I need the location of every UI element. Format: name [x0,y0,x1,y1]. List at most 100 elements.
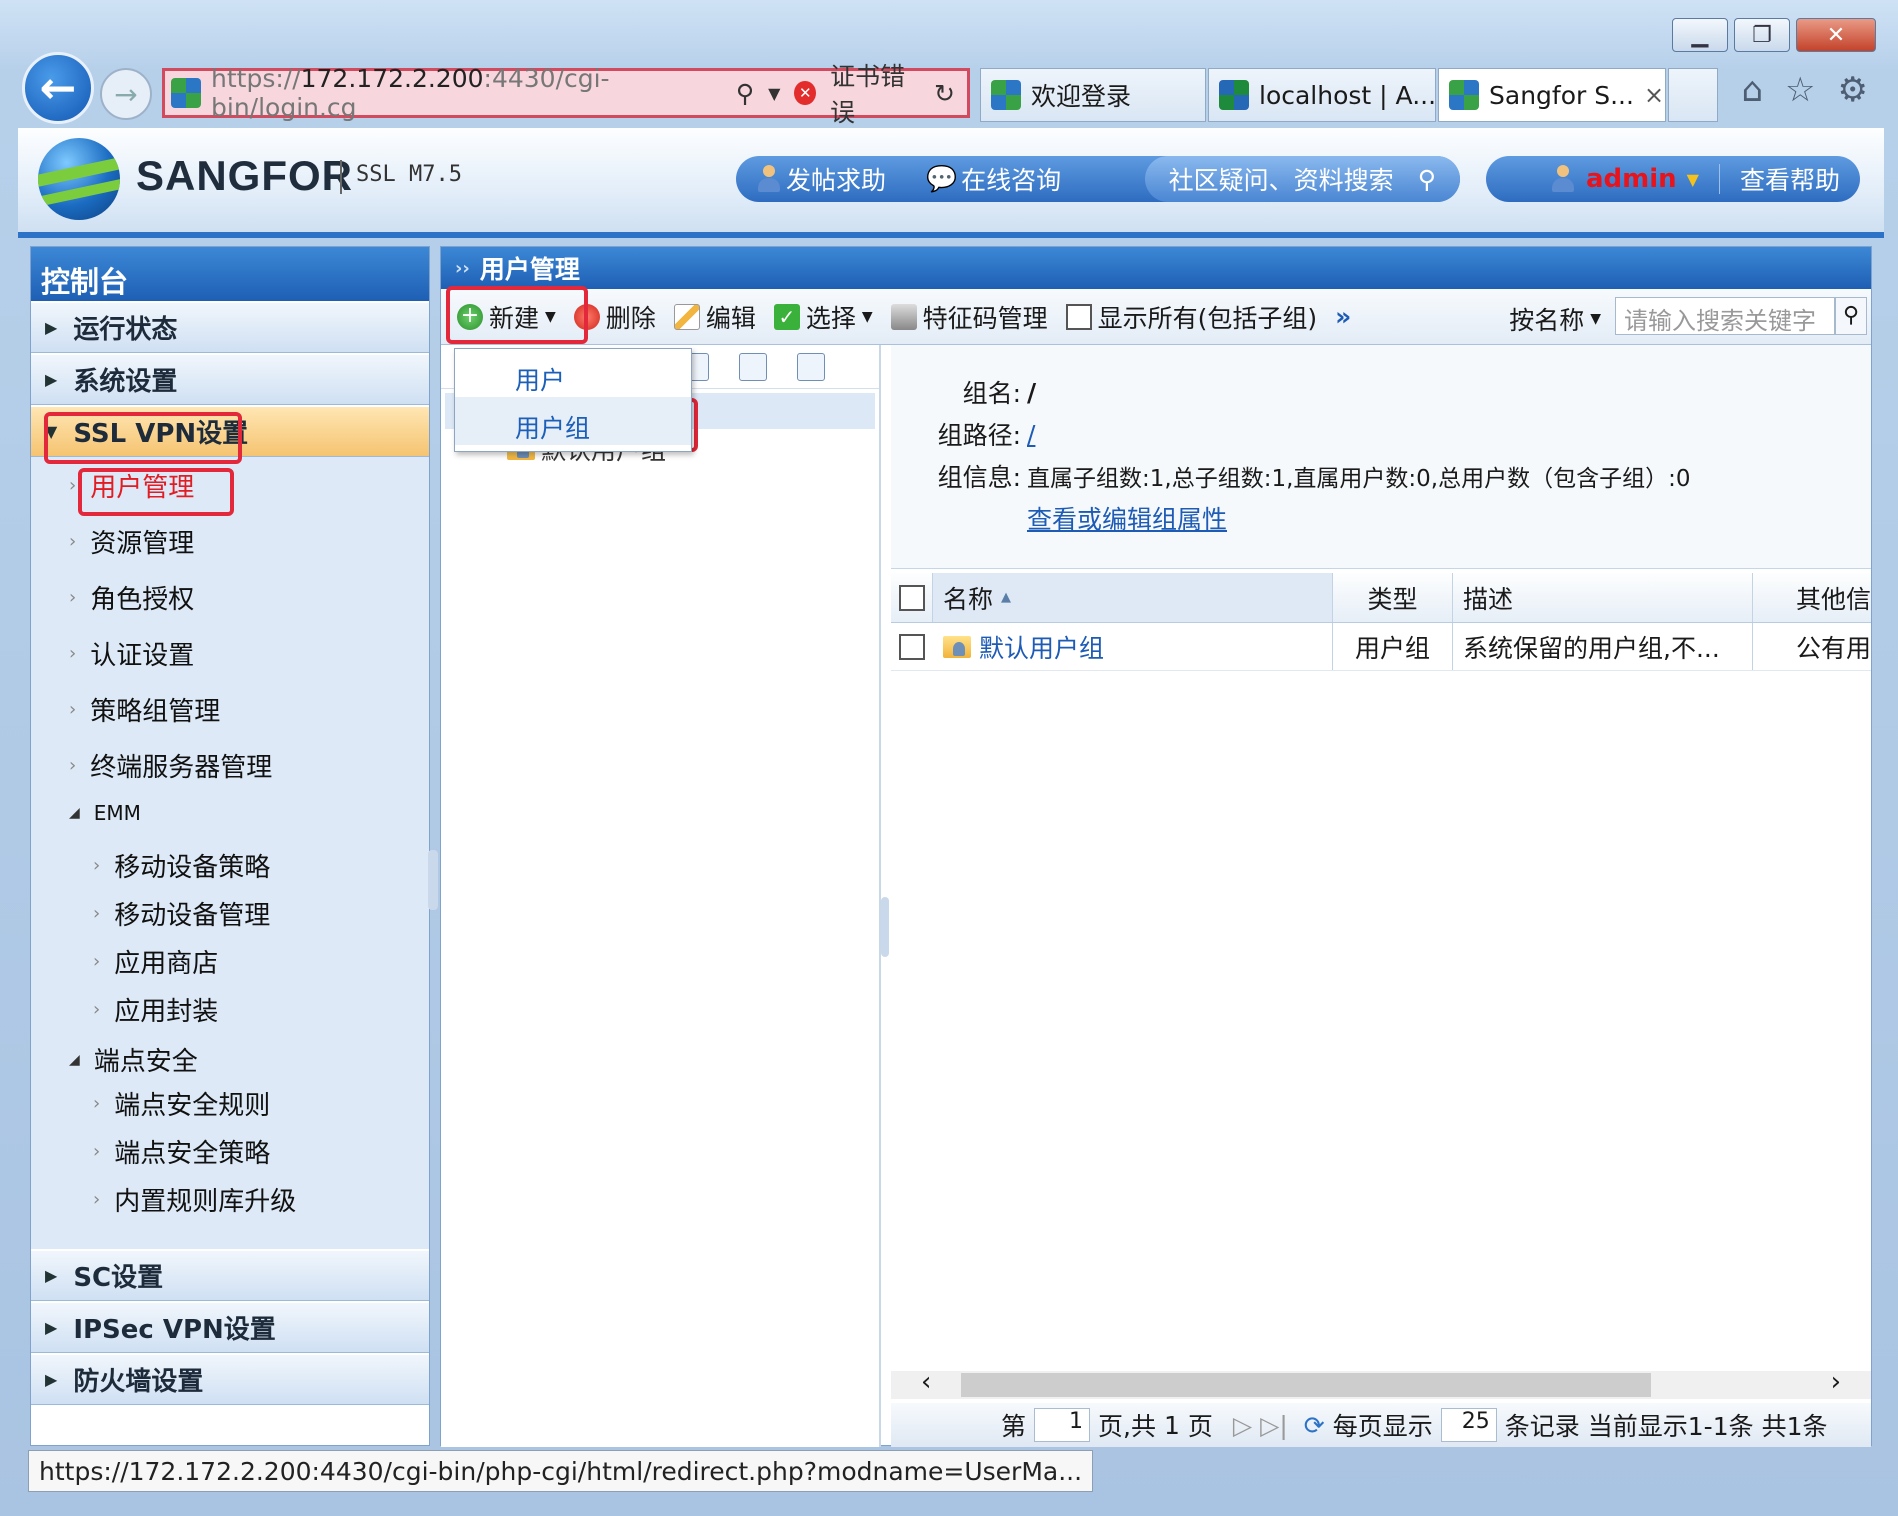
settings-gear-icon[interactable]: ⚙ [1838,70,1868,110]
sort-asc-icon: ▲ [1001,590,1012,605]
community-search[interactable]: 社区疑问、资料搜索 ⚲ [1144,156,1460,202]
tab-close-icon[interactable]: × [1644,81,1664,109]
sidebar-collapse-handle[interactable] [428,850,438,910]
group-name-label: 组名: [962,379,1021,408]
sidebar-group-emm[interactable]: ◢ EMM [69,801,141,825]
cert-error-label[interactable]: 证书错误 [830,57,920,129]
sidebar-section-status[interactable]: ▶ 运行状态 [31,301,429,353]
sidebar-item-endpoint-policy[interactable]: › 端点安全策略 [93,1133,270,1170]
edit-button[interactable]: 编辑 [673,299,756,335]
row-name-link[interactable]: 默认用户组 [979,629,1104,665]
show-all-checkbox[interactable]: 显示所有(包括子组) [1065,299,1317,335]
column-type[interactable]: 类型 [1333,573,1453,622]
group-path-link[interactable]: / [1027,420,1035,449]
next-page-icon[interactable]: ▷ [1233,1411,1252,1440]
last-page-icon[interactable]: ▷| [1260,1411,1288,1440]
sidebar-item-endpoint-rules[interactable]: › 端点安全规则 [93,1085,270,1122]
chevron-right-icon: › [93,855,101,876]
total-pages: 1 [1163,1410,1180,1440]
user-menu: admin ▼ 查看帮助 [1486,156,1860,202]
page-suffix: 页 [1187,1412,1213,1441]
sangfor-logo-icon [38,138,120,220]
delete-label: 删除 [605,303,656,333]
browser-tab-welcome[interactable]: 欢迎登录 [980,68,1206,122]
highlight-box [78,468,234,516]
column-other[interactable]: 其他信 [1753,573,1871,622]
menu-item-user-group[interactable]: 用户组 [455,397,691,445]
page-number-input[interactable]: 1 [1034,1408,1091,1442]
favorites-star-icon[interactable]: ☆ [1785,70,1815,110]
sidebar-section-ipsec[interactable]: ▶ IPSec VPN设置 [31,1301,429,1353]
chevron-right-icon: ▶ [45,370,58,389]
sidebar-item-emm-policy[interactable]: › 移动设备策略 [93,847,270,884]
group-tree-pane: 默认用户组 [441,345,881,1447]
sidebar-item-app-wrap[interactable]: › 应用封装 [93,991,218,1028]
select-all-checkbox[interactable] [891,573,933,622]
menu-item-user[interactable]: 用户 [455,349,691,397]
column-name[interactable]: 名称 ▲ [933,573,1333,622]
collapse-all-icon[interactable] [797,352,825,381]
forward-button[interactable]: → [100,68,152,120]
sidebar-item-rule-upgrade[interactable]: › 内置规则库升级 [93,1181,296,1218]
sidebar-item-auth[interactable]: › 认证设置 [69,635,194,672]
home-icon[interactable]: ⌂ [1741,70,1763,110]
sidebar-group-endpoint[interactable]: ◢ 端点安全 [69,1041,198,1078]
group-info-label: 组信息: [937,463,1021,492]
feature-code-button[interactable]: 特征码管理 [890,299,1048,335]
per-page-input[interactable]: 25 [1440,1408,1497,1442]
sidebar-item-terminal[interactable]: › 终端服务器管理 [69,747,272,784]
username-dropdown[interactable]: admin [1586,164,1677,194]
status-bar-url: https://172.172.2.200:4430/cgi-bin/php-c… [28,1450,1094,1492]
sidebar-item-app-store[interactable]: › 应用商店 [93,943,218,980]
table-row[interactable]: 默认用户组 用户组 系统保留的用户组,不... 公有用 [891,623,1871,671]
chevron-right-icon: › [93,999,101,1020]
scroll-left-icon[interactable]: ‹ [921,1367,931,1397]
row-checkbox[interactable] [891,623,933,670]
back-button[interactable]: ← [22,52,94,124]
more-button[interactable]: » [1335,302,1351,331]
window-controls: ▁ ❐ ✕ [1672,18,1876,52]
pane-splitter[interactable] [881,897,889,957]
expand-all-icon[interactable] [739,352,767,381]
online-consult-link[interactable]: 💬 在线咨询 [906,156,1081,202]
sidebar-section-system[interactable]: ▶ 系统设置 [31,353,429,405]
site-favicon-icon [171,78,201,108]
scrollbar-thumb[interactable] [961,1373,1651,1397]
edit-group-properties-link[interactable]: 查看或编辑组属性 [1027,500,1227,536]
help-link[interactable]: 查看帮助 [1740,161,1840,197]
sidebar-section-firewall[interactable]: ▶ 防火墙设置 [31,1353,429,1405]
sidebar-item-policy[interactable]: › 策略组管理 [69,691,220,728]
search-icon[interactable]: ⚲ [1835,297,1867,335]
dropdown-icon[interactable]: ▼ [768,84,780,103]
new-tab-button[interactable] [1668,68,1718,122]
search-input[interactable]: 请输入搜索关键字 [1615,297,1835,335]
select-button[interactable]: ✓ 选择 ▼ [773,299,873,335]
search-field-select[interactable]: 按名称 ▼ [1509,301,1601,337]
cert-error-icon: ✕ [794,81,817,105]
chevron-right-icon: › [69,531,77,552]
close-window-button[interactable]: ✕ [1796,18,1876,52]
sidebar-item-emm-devices[interactable]: › 移动设备管理 [93,895,270,932]
new-dropdown-menu: 用户 用户组 [454,348,692,452]
horizontal-scrollbar[interactable]: ‹ › [891,1367,1871,1399]
browser-tab-sangfor[interactable]: Sangfor S... × [1438,68,1666,122]
member-grid: 名称 ▲ 类型 描述 其他信 默认用户组 用户组 系统保留的用户组,不... 公有… [891,573,1871,671]
browser-tab-localhost[interactable]: localhost | A... [1208,68,1436,122]
address-bar[interactable]: https://172.172.2.200:4430/cgi-bin/login… [162,62,970,127]
search-icon[interactable]: ⚲ [736,79,754,108]
brand-divider [340,160,342,194]
sidebar-item-role[interactable]: › 角色授权 [69,579,194,616]
item-label: 移动设备策略 [114,853,271,883]
column-desc[interactable]: 描述 [1453,573,1753,622]
sidebar-section-sc[interactable]: ▶ SC设置 [31,1249,429,1301]
dropdown-arrow-icon: ▼ [861,308,873,325]
cell-name[interactable]: 默认用户组 [933,623,1333,670]
maximize-button[interactable]: ❐ [1734,18,1790,52]
refresh-icon[interactable]: ↻ [934,79,955,108]
minimize-button[interactable]: ▁ [1672,18,1728,52]
forum-help-link[interactable]: 发帖求助 [736,156,906,202]
refresh-icon[interactable]: ⟳ [1304,1411,1325,1440]
scroll-right-icon[interactable]: › [1831,1367,1841,1397]
item-label: 应用商店 [114,949,219,979]
sidebar-item-resource[interactable]: › 资源管理 [69,523,194,560]
